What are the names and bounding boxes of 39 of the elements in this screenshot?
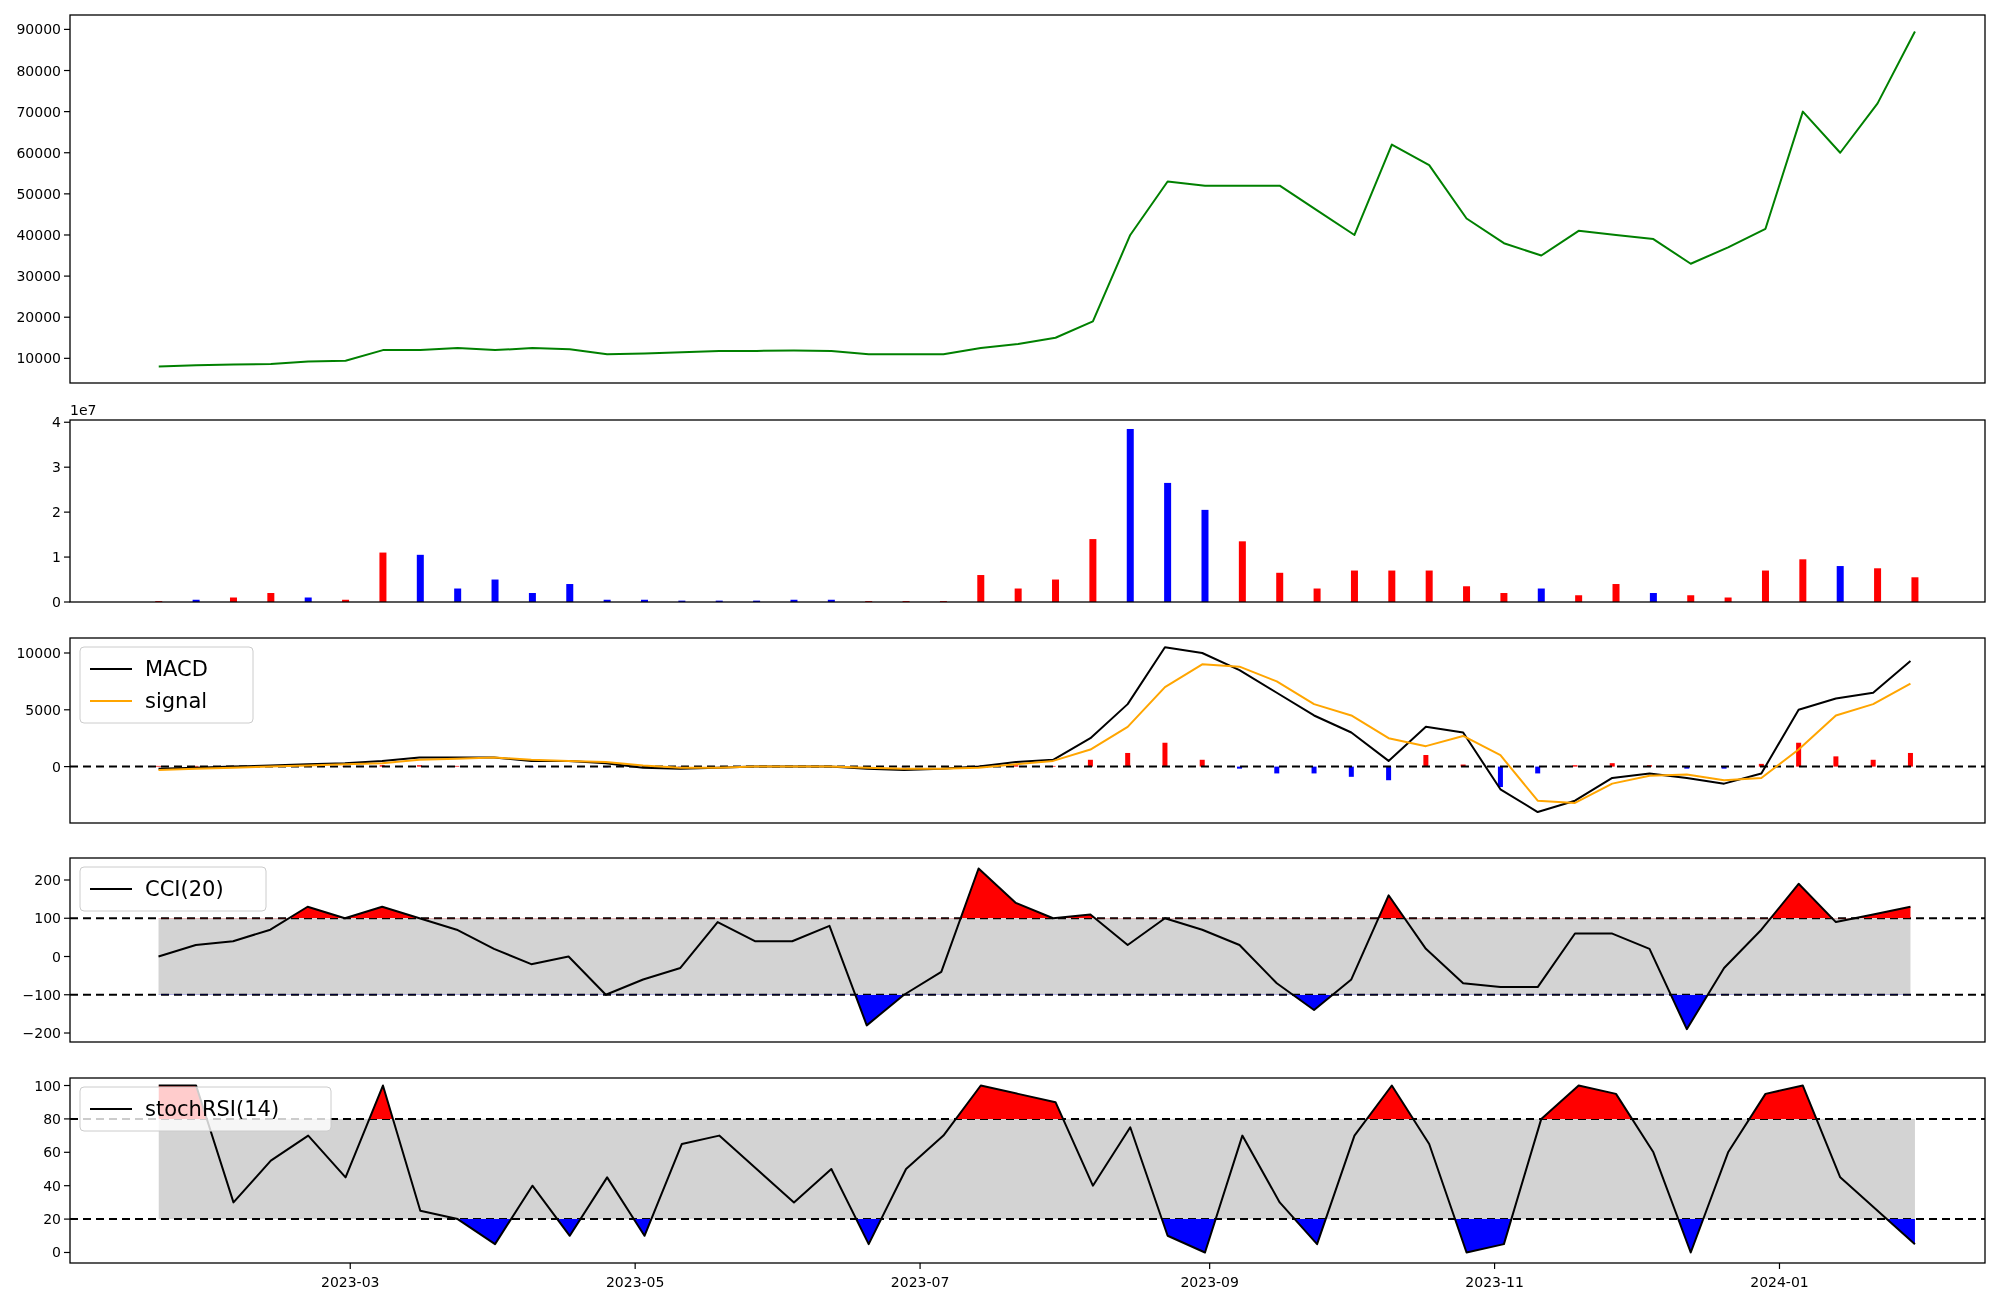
axis-tick-label: 100 <box>34 910 61 927</box>
axis-tick-label: 10000 <box>16 645 61 661</box>
axis-tick-label: 80 <box>43 1110 61 1127</box>
axis-tick-label: 0 <box>52 758 61 775</box>
axis-tick-label: 60 <box>43 1144 61 1161</box>
axis-tick-label: 2023-03 <box>321 1274 380 1290</box>
axis-tick-label: 4 <box>52 414 61 431</box>
axis-tick-label: 0 <box>52 594 61 610</box>
axis-tick-label: 2023-09 <box>1180 1274 1239 1290</box>
axis-tick-label: 40000 <box>16 227 61 243</box>
axis-tick-label: 2023-05 <box>605 1274 665 1290</box>
axis-tick-label: 70000 <box>16 103 61 120</box>
legend-label: signal <box>145 689 208 713</box>
axis-tick-label: 1 <box>52 549 61 566</box>
axis-tick-label: 3 <box>52 459 61 476</box>
axis-tick-label: 50000 <box>16 185 61 202</box>
axis-tick-label: 2024-01 <box>1750 1274 1809 1290</box>
axis-tick-label: −100 <box>22 986 61 1003</box>
axis-tick-label: 80000 <box>16 62 61 79</box>
axis-tick-label: −200 <box>22 1025 61 1041</box>
axis-tick-label: 20000 <box>16 309 61 326</box>
axis-tick-label: 2 <box>52 504 61 521</box>
legend-label: CCI(20) <box>145 877 224 901</box>
axis-tick-label: 60000 <box>16 144 61 161</box>
axis-tick-label: 40 <box>43 1177 61 1194</box>
legend-label: MACD <box>145 657 208 681</box>
axis-tick-label: 100 <box>34 1077 61 1094</box>
axis-tick-label: 0 <box>52 1244 61 1261</box>
axis-tick-label: 5000 <box>25 701 61 718</box>
axis-tick-label: 2023-11 <box>1465 1274 1524 1290</box>
axis-tick-label: 20 <box>43 1211 61 1228</box>
axis-tick-label: 2023-07 <box>890 1274 950 1290</box>
axis-tick-label: 90000 <box>16 21 61 38</box>
legend-label: stochRSI(14) <box>145 1097 280 1121</box>
axis-tick-label: 30000 <box>16 268 61 285</box>
axis-tick-label: 200 <box>34 872 61 888</box>
axis-offset-label: 1e7 <box>70 402 97 418</box>
axis-tick-label: 0 <box>52 948 61 965</box>
axis-tick-label: 10000 <box>16 350 61 367</box>
